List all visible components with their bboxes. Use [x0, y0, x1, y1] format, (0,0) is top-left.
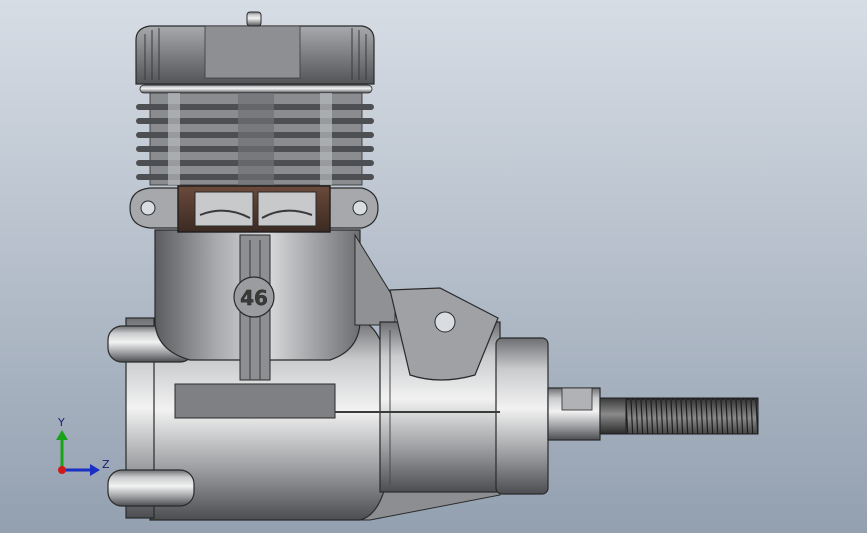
y-axis-arrow: [56, 430, 68, 440]
y-axis-label: Y: [57, 416, 65, 429]
x-axis-point: [58, 466, 66, 474]
axis-triad: Y Z: [56, 416, 110, 476]
z-axis-label: Z: [102, 458, 110, 471]
z-axis-arrow: [90, 464, 100, 476]
3d-viewport[interactable]: 46 Y Z: [0, 0, 867, 533]
